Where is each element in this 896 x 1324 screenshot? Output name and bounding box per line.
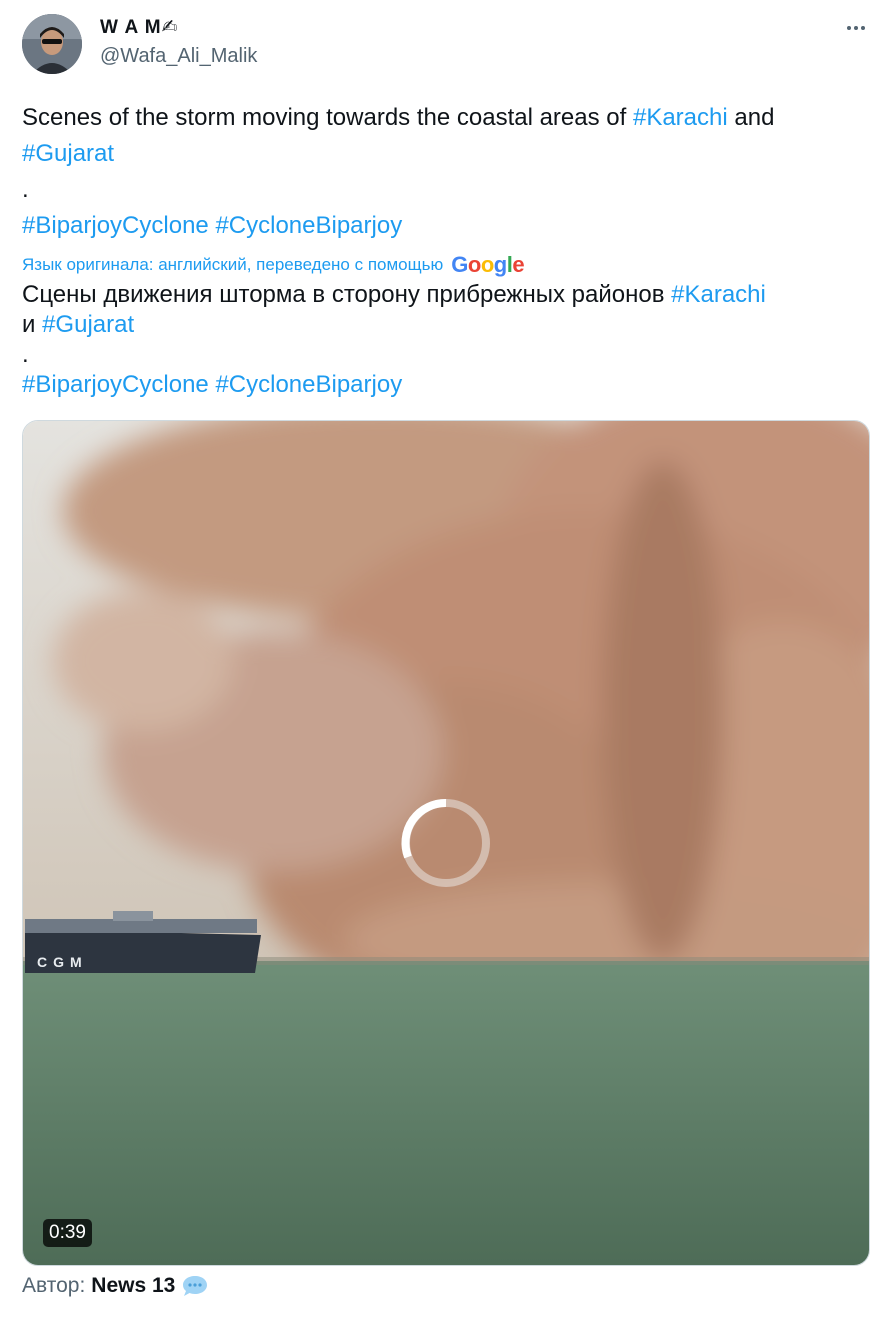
video-frame: CGM (23, 421, 869, 1265)
translation-note-text: Язык оригинала: английский, переведено с… (22, 255, 444, 274)
author-handle[interactable]: @Wafa_Ali_Malik (100, 45, 257, 68)
tweet-original-hashtags: #BiparjoyCyclone #CycloneBiparjoy (22, 208, 402, 244)
more-dot-icon (861, 26, 865, 30)
google-logo-letter: o (467, 252, 481, 277)
original-text: Scenes of the storm moving towards the c… (22, 104, 633, 131)
original-and: and (727, 104, 775, 131)
google-logo-letter: G (451, 252, 468, 277)
tweet-translated-hashtags: #BiparjoyCyclone #CycloneBiparjoy (22, 370, 402, 400)
google-logo-letter: e (512, 252, 525, 277)
translated-hashtag-cyclonebiparjoy[interactable]: #CycloneBiparjoy (215, 371, 402, 398)
attribution-label: Автор: (22, 1274, 86, 1297)
ship-text: CGM (37, 954, 88, 970)
more-dot-icon (854, 26, 858, 30)
translated-text: Сцены движения шторма в сторону прибрежн… (22, 281, 672, 308)
author-name[interactable]: W A M✍ (100, 16, 179, 39)
translated-and: и (22, 311, 43, 338)
translated-dot: . (22, 341, 29, 368)
hashtag-cyclonebiparjoy[interactable]: #CycloneBiparjoy (215, 212, 402, 239)
translated-hashtag-gujarat[interactable]: #Gujarat (42, 311, 134, 338)
video-player[interactable]: CGM 0:39 (22, 420, 870, 1266)
google-logo-letter: o (480, 252, 494, 277)
cargo-ship: CGM (25, 911, 261, 973)
video-duration: 0:39 (43, 1219, 92, 1247)
google-logo: Google (451, 252, 524, 278)
translated-hashtag-karachi[interactable]: #Karachi (671, 281, 766, 308)
more-dot-icon (847, 26, 851, 30)
tweet-translated-text: Сцены движения шторма в сторону прибрежн… (22, 280, 766, 370)
speech-bubble-icon (183, 1276, 208, 1296)
original-dot: . (22, 176, 29, 203)
hashtag-biparjoycyclone[interactable]: #BiparjoyCyclone (22, 212, 209, 239)
hashtag-karachi[interactable]: #Karachi (633, 104, 728, 131)
attribution-source[interactable]: News 13 (91, 1274, 175, 1298)
google-logo-letter: g (493, 252, 507, 277)
translation-note[interactable]: Язык оригинала: английский, переведено с… (22, 252, 525, 278)
more-options-button[interactable] (842, 16, 870, 40)
attribution: Автор: News 13 (22, 1274, 209, 1298)
hashtag-gujarat[interactable]: #Gujarat (22, 140, 114, 167)
tweet-original-text: Scenes of the storm moving towards the c… (22, 100, 774, 208)
translated-hashtag-biparjoycyclone[interactable]: #BiparjoyCyclone (22, 371, 209, 398)
avatar[interactable] (22, 14, 82, 74)
